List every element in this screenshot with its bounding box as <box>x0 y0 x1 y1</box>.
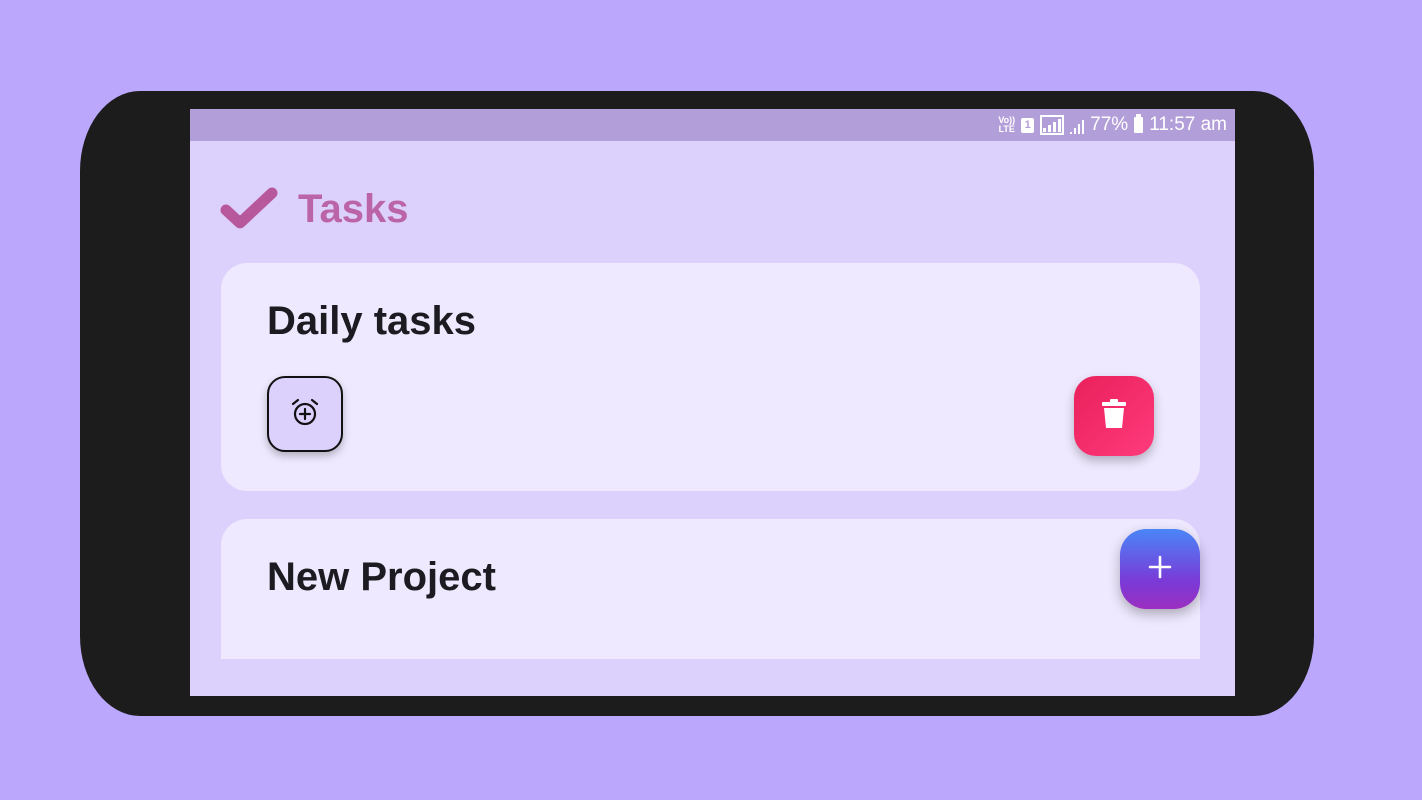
add-alarm-button[interactable] <box>267 376 343 452</box>
delete-project-button[interactable] <box>1074 376 1154 456</box>
app-screen: Vo)) LTE 1 77% 11:57 am Tasks Daily tasks <box>190 109 1235 696</box>
battery-icon <box>1134 114 1144 133</box>
volte-indicator: Vo)) LTE <box>998 115 1016 134</box>
signal-icon-2 <box>1070 116 1085 134</box>
signal-icon <box>1040 115 1065 135</box>
sim-indicator: 1 <box>1021 117 1035 133</box>
project-card[interactable]: New Project <box>221 519 1200 659</box>
status-bar: Vo)) LTE 1 77% 11:57 am <box>190 109 1235 141</box>
project-title: Daily tasks <box>267 299 477 343</box>
add-project-button[interactable] <box>1120 529 1200 609</box>
battery-percent: 77% <box>1090 114 1129 135</box>
add-alarm-icon <box>289 396 321 433</box>
clock: 11:57 am <box>1149 114 1227 135</box>
app-header: Tasks <box>220 187 408 231</box>
project-title: New Project <box>267 555 496 599</box>
check-icon <box>220 186 278 232</box>
page-title: Tasks <box>298 186 409 231</box>
project-card[interactable]: Daily tasks <box>221 263 1200 491</box>
plus-icon <box>1148 555 1172 584</box>
trash-icon <box>1101 398 1127 434</box>
